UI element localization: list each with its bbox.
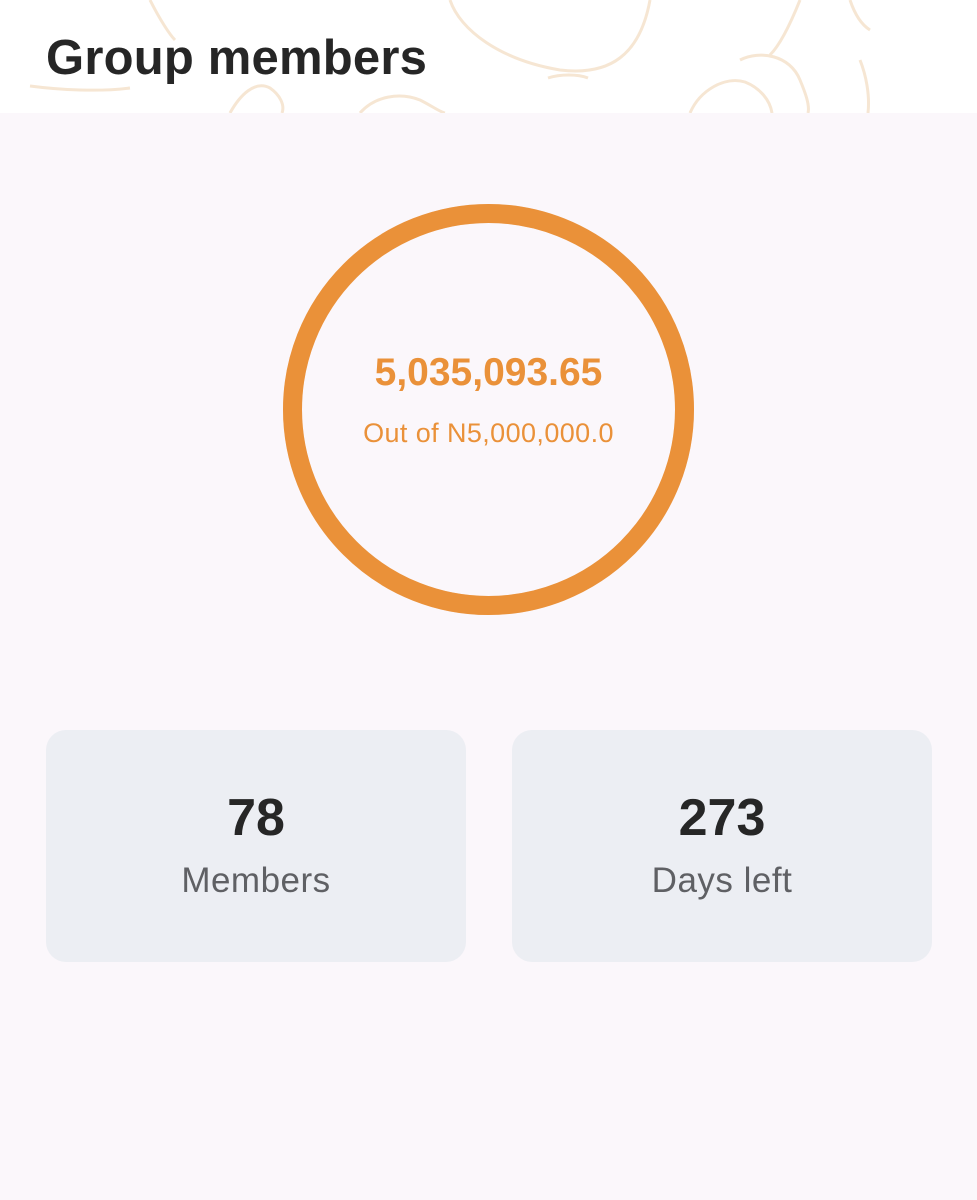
target-amount: Out of N5,000,000.0 xyxy=(363,417,614,448)
members-card: 78 Members xyxy=(46,730,466,962)
members-count: 78 xyxy=(227,789,285,847)
days-left-count: 273 xyxy=(678,789,766,847)
header: Group members xyxy=(0,0,977,113)
progress-ring: 5,035,093.65 Out of N5,000,000.0 xyxy=(283,204,694,615)
days-left-card: 273 Days left xyxy=(512,730,932,962)
days-left-label: Days left xyxy=(651,861,793,900)
progress-center: 5,035,093.65 Out of N5,000,000.0 xyxy=(283,204,694,615)
raised-amount: 5,035,093.65 xyxy=(374,350,603,394)
members-label: Members xyxy=(181,861,331,900)
page-title: Group members xyxy=(46,31,428,85)
